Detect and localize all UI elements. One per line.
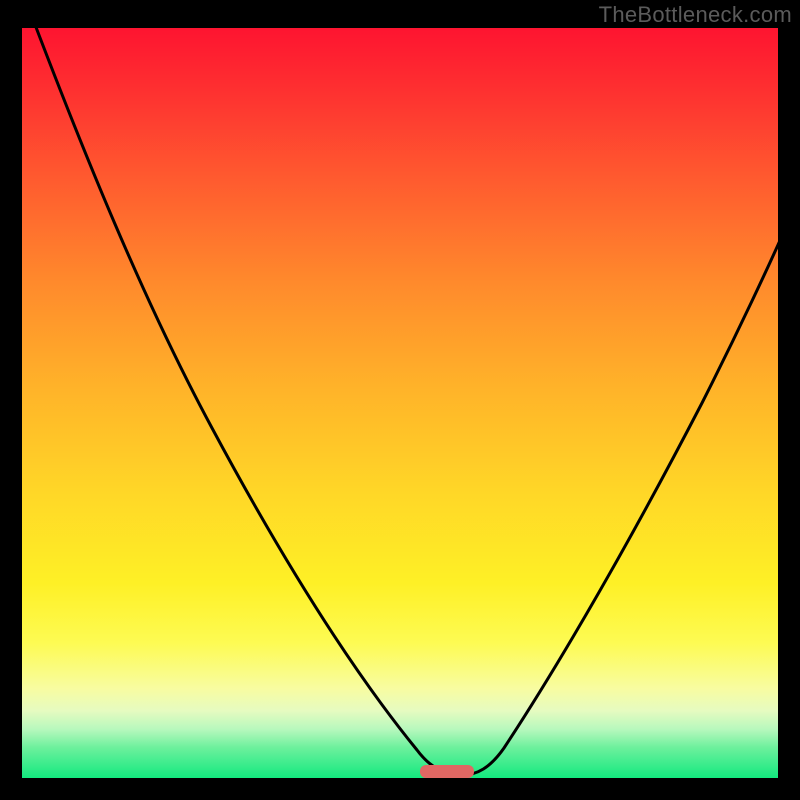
- chart-frame: TheBottleneck.com: [0, 0, 800, 800]
- curve-svg: [22, 28, 778, 778]
- plot-area: [22, 28, 778, 778]
- optimal-marker: [420, 765, 474, 778]
- bottleneck-curve: [34, 22, 782, 775]
- watermark-text: TheBottleneck.com: [599, 2, 792, 28]
